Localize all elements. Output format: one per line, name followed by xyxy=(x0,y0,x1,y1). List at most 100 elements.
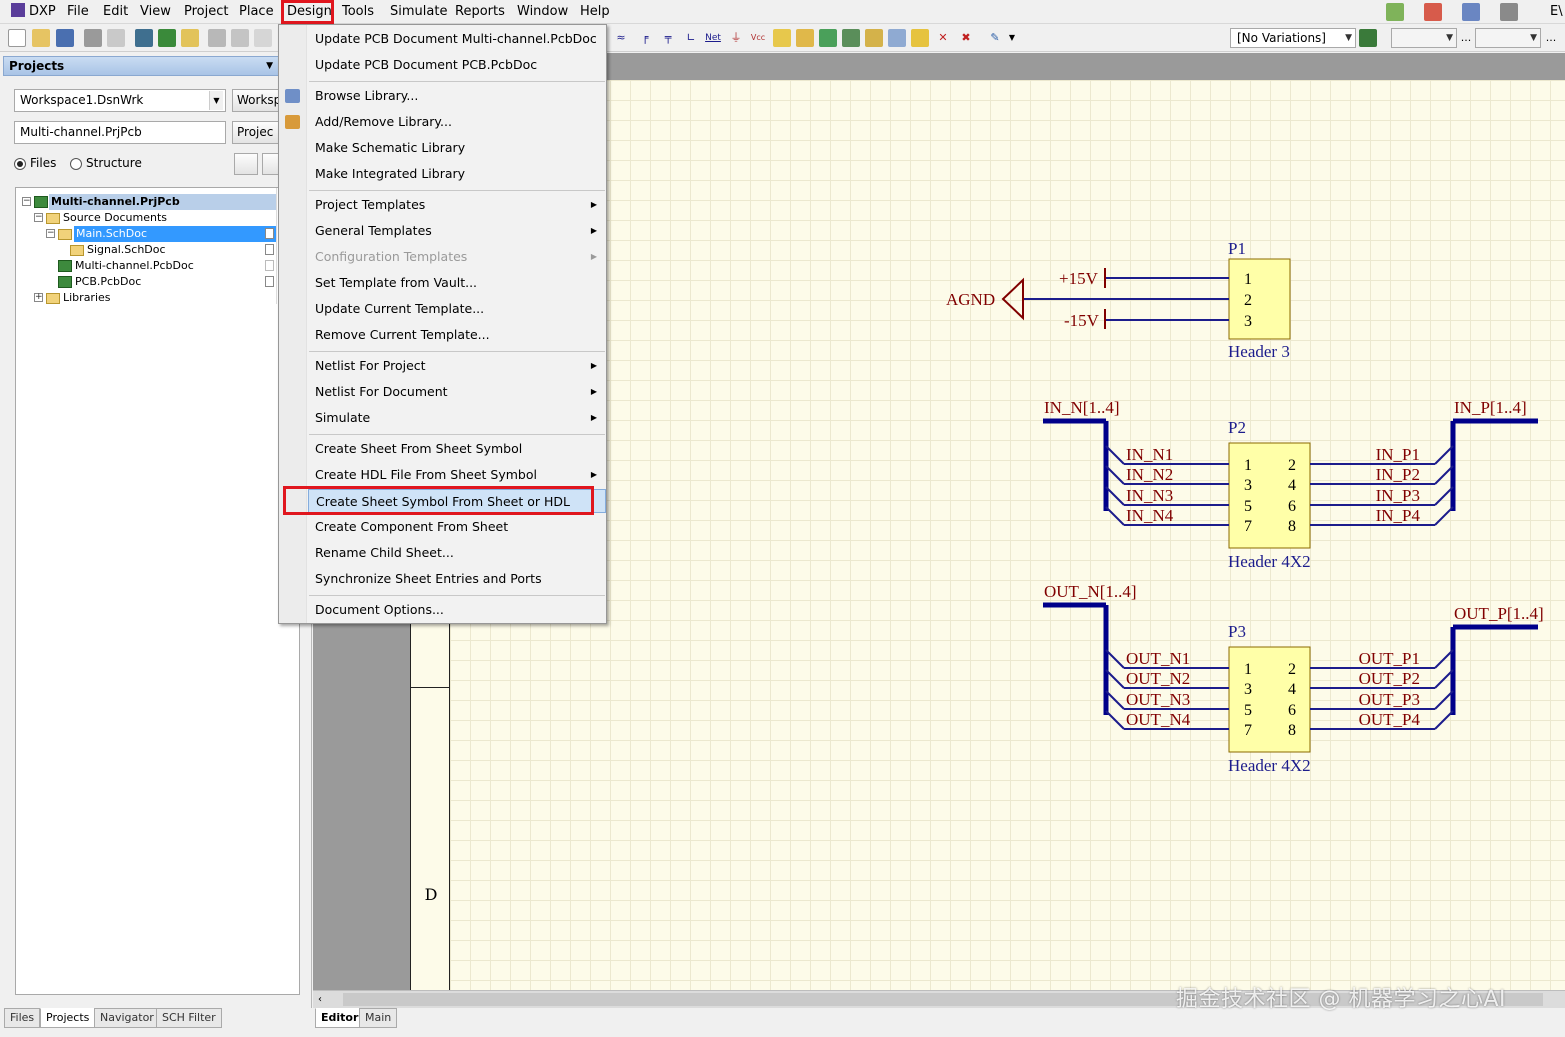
menu-tools[interactable]: Tools xyxy=(339,3,377,21)
chevron-down-icon[interactable]: ▼ xyxy=(266,57,273,75)
variations-select[interactable]: [No Variations] ▼ xyxy=(1230,28,1356,48)
device-sheet-icon[interactable] xyxy=(842,29,860,47)
tab-editor[interactable]: Editor xyxy=(315,1008,365,1028)
project-button[interactable]: Projec xyxy=(232,121,280,144)
menu-item-rename-child-sheet[interactable]: Rename Child Sheet... xyxy=(308,541,606,565)
bus-entry-icon[interactable]: ╒ xyxy=(636,29,654,47)
files-radio-label[interactable]: Files xyxy=(30,156,56,170)
wire-icon[interactable]: ╤ xyxy=(659,29,677,47)
menu-place[interactable]: Place xyxy=(236,3,277,21)
print-icon[interactable] xyxy=(84,29,102,47)
menu-item-make-schematic-library[interactable]: Make Schematic Library xyxy=(308,136,606,160)
menu-item-general-templates[interactable]: General Templates ▶ xyxy=(308,219,606,243)
menu-edit[interactable]: Edit xyxy=(100,3,131,21)
project-field[interactable]: Multi-channel.PrjPcb xyxy=(14,121,226,144)
grid-icon[interactable] xyxy=(1500,3,1518,21)
menu-item-update-pcb-document-multi-channel-pcbdoc[interactable]: Update PCB Document Multi-channel.PcbDoc xyxy=(308,27,606,51)
tree-row-source-documents[interactable]: − Source Documents xyxy=(16,210,276,226)
no-erc-icon[interactable]: ✕ xyxy=(934,29,952,47)
menu-item-netlist-for-document[interactable]: Netlist For Document ▶ xyxy=(308,380,606,404)
menu-item-synchronize-sheet-entries-and-ports[interactable]: Synchronize Sheet Entries and Ports xyxy=(308,567,606,591)
pcb-board-icon[interactable] xyxy=(158,29,176,47)
sheet-symbol-icon[interactable] xyxy=(796,29,814,47)
menu-item-make-integrated-library[interactable]: Make Integrated Library xyxy=(308,162,606,186)
zoom-area-icon[interactable] xyxy=(231,29,249,47)
toolbar-combo-2[interactable]: ▼ xyxy=(1475,28,1541,48)
structure-radio-label[interactable]: Structure xyxy=(86,156,142,170)
sheet-entry-icon[interactable] xyxy=(819,29,837,47)
tree-row-signal-schdoc[interactable]: Signal.SchDoc xyxy=(16,242,276,258)
menu-item-create-component-from-sheet[interactable]: Create Component From Sheet xyxy=(308,515,606,539)
menu-item-add-remove-library[interactable]: Add/Remove Library... xyxy=(308,110,606,134)
new-document-icon[interactable] xyxy=(8,29,26,47)
vcc-power-port-icon[interactable]: Vcc xyxy=(749,29,767,47)
signal-harness-icon[interactable]: ∟ xyxy=(682,29,700,47)
menu-window[interactable]: Window xyxy=(514,3,571,21)
workspace-button[interactable]: Worksp xyxy=(232,89,280,112)
tree-row-project[interactable]: − Multi-channel.PrjPcb xyxy=(16,194,276,210)
collapse-icon[interactable]: − xyxy=(22,197,31,206)
align-icon[interactable] xyxy=(1424,3,1442,21)
3d-icon[interactable] xyxy=(135,29,153,47)
menu-help[interactable]: Help xyxy=(577,3,613,21)
compile-mask-icon[interactable]: ✖ xyxy=(957,29,975,47)
part-icon[interactable] xyxy=(773,29,791,47)
ellipsis-2[interactable]: ... xyxy=(1545,29,1557,47)
menu-dxp[interactable]: DXP xyxy=(8,3,59,21)
menu-item-document-options[interactable]: Document Options... xyxy=(308,598,606,622)
project-tree[interactable]: − Multi-channel.PrjPcb − Source Document… xyxy=(15,187,300,995)
refresh-project-icon[interactable] xyxy=(234,153,258,175)
pen-icon[interactable]: ✎ xyxy=(986,29,1004,47)
zoom-selected-icon[interactable] xyxy=(254,29,272,47)
workspace-select[interactable]: Workspace1.DsnWrk ▼ xyxy=(14,89,226,112)
tree-row-multichannel-pcbdoc[interactable]: Multi-channel.PcbDoc xyxy=(16,258,276,274)
bus-icon[interactable]: ≈ xyxy=(612,29,630,47)
port-icon[interactable] xyxy=(911,29,929,47)
menu-item-simulate[interactable]: Simulate ▶ xyxy=(308,406,606,430)
open-folder-icon[interactable] xyxy=(32,29,50,47)
tab-sch-filter[interactable]: SCH Filter xyxy=(156,1008,222,1028)
menu-simulate[interactable]: Simulate xyxy=(387,3,450,21)
menu-item-create-sheet-symbol-from-sheet-or-hdl[interactable]: Create Sheet Symbol From Sheet or HDL xyxy=(308,489,606,513)
tree-row-pcb-pcbdoc[interactable]: PCB.PcbDoc xyxy=(16,274,276,290)
structure-radio[interactable] xyxy=(70,158,82,170)
expand-icon[interactable]: + xyxy=(34,293,43,302)
menu-item-set-template-from-vault[interactable]: Set Template from Vault... xyxy=(308,271,606,295)
sheet-pen-icon[interactable] xyxy=(1386,3,1404,21)
harness-connector-icon[interactable] xyxy=(865,29,883,47)
print-preview-icon[interactable] xyxy=(107,29,125,47)
menu-item-browse-library[interactable]: Browse Library... xyxy=(308,84,606,108)
chevron-down-icon[interactable]: ▼ xyxy=(1007,29,1017,47)
menu-item-create-hdl-file-from-sheet-symbol[interactable]: Create HDL File From Sheet Symbol ▶ xyxy=(308,463,606,487)
tab-files[interactable]: Files xyxy=(4,1008,41,1028)
harness-entry-icon[interactable] xyxy=(888,29,906,47)
menu-view[interactable]: View xyxy=(137,3,174,21)
menu-reports[interactable]: Reports xyxy=(452,3,508,21)
tab-projects[interactable]: Projects xyxy=(40,1008,96,1028)
menu-item-update-current-template[interactable]: Update Current Template... xyxy=(308,297,606,321)
variant-board-icon[interactable] xyxy=(1359,29,1377,47)
save-icon[interactable] xyxy=(56,29,74,47)
zoom-fit-icon[interactable] xyxy=(208,29,226,47)
menu-project[interactable]: Project xyxy=(181,3,231,21)
gnd-power-port-icon[interactable]: ⏚ xyxy=(727,29,745,47)
scroll-left-icon[interactable]: ‹ xyxy=(318,991,322,1008)
collapse-icon[interactable]: − xyxy=(34,213,43,222)
files-radio[interactable] xyxy=(14,158,26,170)
ellipsis-1[interactable]: ... xyxy=(1460,29,1472,47)
projects-panel-header[interactable]: Projects ▼ xyxy=(3,56,279,76)
tree-row-libraries[interactable]: + Libraries xyxy=(16,290,276,306)
menu-item-create-sheet-from-sheet-symbol[interactable]: Create Sheet From Sheet Symbol xyxy=(308,437,606,461)
menu-item-update-pcb-document-pcb-pcbdoc[interactable]: Update PCB Document PCB.PcbDoc xyxy=(308,53,606,77)
tree-row-main-schdoc[interactable]: − Main.SchDoc xyxy=(16,226,276,242)
menu-file[interactable]: File xyxy=(64,3,92,21)
collapse-icon[interactable]: − xyxy=(46,229,55,238)
folder-board-icon[interactable] xyxy=(181,29,199,47)
menu-item-remove-current-template[interactable]: Remove Current Template... xyxy=(308,323,606,347)
menu-item-project-templates[interactable]: Project Templates ▶ xyxy=(308,193,606,217)
net-label-icon[interactable]: Net xyxy=(703,29,723,47)
power-port-icon[interactable] xyxy=(1462,3,1480,21)
toolbar-combo-1[interactable]: ▼ xyxy=(1391,28,1457,48)
menu-item-netlist-for-project[interactable]: Netlist For Project ▶ xyxy=(308,354,606,378)
tab-main[interactable]: Main xyxy=(359,1008,398,1028)
